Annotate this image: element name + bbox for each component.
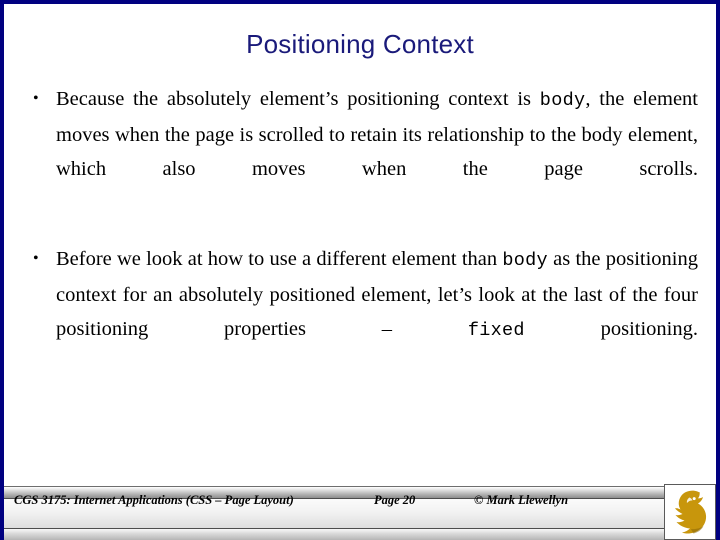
footer-page-number: Page 20 xyxy=(374,493,416,507)
bullet-marker-icon: • xyxy=(33,250,39,267)
inline-code: fixed xyxy=(467,320,525,341)
slide-content: • Because the absolutely element’s posit… xyxy=(30,82,698,382)
page-title: Positioning Context xyxy=(246,29,474,59)
bullet-item: • Because the absolutely element’s posit… xyxy=(30,82,698,220)
bullet-marker-icon: • xyxy=(33,90,39,107)
ucf-pegasus-logo-icon xyxy=(664,484,716,540)
footer-author-label: © Mark Llewellyn xyxy=(474,493,569,507)
inline-code: body xyxy=(539,90,586,111)
slide: Positioning Context • Because the absolu… xyxy=(0,0,720,540)
bullet-text: Because the absolutely element’s positio… xyxy=(56,88,698,180)
slide-footer: CGS 3175: Internet Applications (CSS – P… xyxy=(4,484,716,540)
inline-code: body xyxy=(502,250,548,271)
bullet-text: Before we look at how to use a different… xyxy=(56,248,698,341)
bullet-item: • Before we look at how to use a differe… xyxy=(30,242,698,382)
footer-course-label: CGS 3175: Internet Applications (CSS – P… xyxy=(14,493,294,507)
